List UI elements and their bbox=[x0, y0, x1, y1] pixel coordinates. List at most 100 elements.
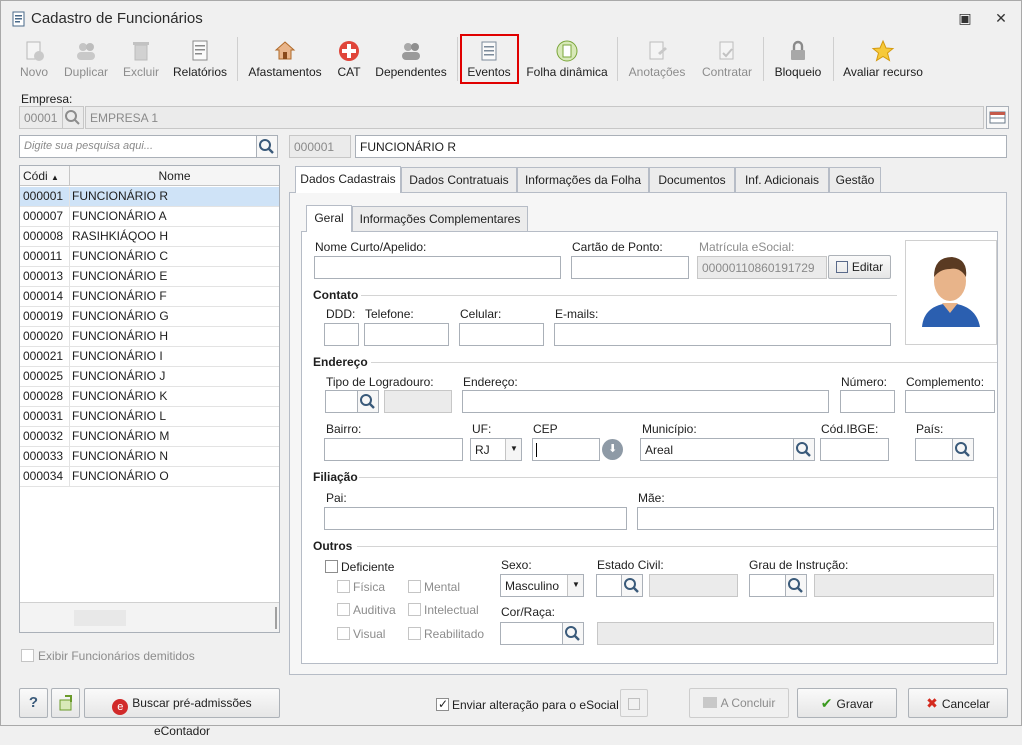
tab-documentos[interactable]: Documentos bbox=[649, 167, 735, 192]
editar-button[interactable]: Editar bbox=[828, 255, 891, 279]
subtab-informacoes-complementares[interactable]: Informações Complementares bbox=[352, 206, 528, 231]
enviar-esocial-checkbox[interactable]: ✓ bbox=[436, 697, 449, 711]
cor-raca-code-field[interactable] bbox=[500, 622, 563, 645]
empresa-name-field[interactable]: EMPRESA 1 bbox=[85, 106, 984, 129]
complemento-field[interactable] bbox=[905, 390, 995, 413]
uf-select[interactable]: RJ ▼ bbox=[470, 438, 522, 461]
contratar-button[interactable]: Contratar bbox=[695, 35, 759, 83]
bairro-field[interactable] bbox=[324, 438, 463, 461]
auditiva-checkbox[interactable] bbox=[337, 603, 350, 616]
help-button[interactable]: ? bbox=[19, 688, 48, 718]
tipo-logradouro-desc-field[interactable] bbox=[384, 390, 452, 413]
column-header-code[interactable]: Códi ▲ bbox=[20, 166, 70, 186]
reabilitado-checkbox[interactable] bbox=[408, 627, 421, 640]
empresa-grid-button[interactable] bbox=[986, 106, 1009, 129]
table-row[interactable]: 000001 FUNCIONÁRIO R bbox=[20, 187, 279, 207]
afastamentos-button[interactable]: Afastamentos bbox=[245, 35, 325, 83]
grau-instrucao-lookup[interactable] bbox=[785, 574, 807, 597]
cancelar-button[interactable]: ✖ Cancelar bbox=[908, 688, 1008, 718]
table-row[interactable]: 000034 FUNCIONÁRIO O bbox=[20, 467, 279, 487]
grau-instrucao-code-field[interactable] bbox=[749, 574, 786, 597]
deficiente-checkbox[interactable] bbox=[325, 560, 338, 573]
subtab-geral[interactable]: Geral bbox=[306, 205, 352, 232]
nome-curto-field[interactable] bbox=[314, 256, 561, 279]
grau-instrucao-desc-field[interactable] bbox=[814, 574, 994, 597]
table-row[interactable]: 000031 FUNCIONÁRIO L bbox=[20, 407, 279, 427]
tab-inf-adicionais[interactable]: Inf. Adicionais bbox=[735, 167, 829, 192]
table-row[interactable]: 000008 RASIHKIÁQOO H bbox=[20, 227, 279, 247]
cat-button[interactable]: CAT bbox=[331, 35, 367, 83]
folha-dinamica-button[interactable]: Folha dinâmica bbox=[523, 35, 611, 83]
table-row[interactable]: 000014 FUNCIONÁRIO F bbox=[20, 287, 279, 307]
mae-field[interactable] bbox=[637, 507, 994, 530]
fisica-checkbox[interactable] bbox=[337, 580, 350, 593]
tipo-logradouro-code-field[interactable] bbox=[325, 390, 358, 413]
numero-field[interactable] bbox=[840, 390, 895, 413]
estado-civil-desc-field[interactable] bbox=[649, 574, 738, 597]
excluir-button[interactable]: Excluir bbox=[119, 35, 163, 83]
employee-name-field[interactable]: FUNCIONÁRIO R bbox=[355, 135, 1007, 158]
empresa-code-field[interactable]: 00001 bbox=[19, 106, 63, 129]
cartao-ponto-field[interactable] bbox=[571, 256, 689, 279]
employee-code-field[interactable]: 000001 bbox=[289, 135, 351, 158]
close-button[interactable]: ✕ bbox=[991, 9, 1011, 27]
buscar-pre-admissoes-button[interactable]: e Buscar pré-admissões eContador bbox=[84, 688, 280, 738]
mental-checkbox[interactable] bbox=[408, 580, 421, 593]
municipio-field[interactable]: Areal bbox=[640, 438, 794, 461]
export-button[interactable] bbox=[51, 688, 80, 718]
table-row[interactable]: 000032 FUNCIONÁRIO M bbox=[20, 427, 279, 447]
ddd-field[interactable] bbox=[324, 323, 359, 346]
estado-civil-lookup[interactable] bbox=[621, 574, 643, 597]
table-row[interactable]: 000019 FUNCIONÁRIO G bbox=[20, 307, 279, 327]
pais-field[interactable] bbox=[915, 438, 953, 461]
tipo-logradouro-lookup[interactable] bbox=[357, 390, 379, 413]
empresa-lookup-button[interactable] bbox=[62, 106, 84, 129]
avaliar-recurso-button[interactable]: Avaliar recurso bbox=[839, 35, 927, 83]
table-row[interactable]: 000011 FUNCIONÁRIO C bbox=[20, 247, 279, 267]
esocial-options-button[interactable] bbox=[620, 689, 648, 717]
emails-field[interactable] bbox=[554, 323, 891, 346]
restore-button[interactable]: ▣ bbox=[955, 9, 975, 27]
table-row[interactable]: 000020 FUNCIONÁRIO H bbox=[20, 327, 279, 347]
dependentes-button[interactable]: Dependentes bbox=[371, 35, 451, 83]
celular-field[interactable] bbox=[459, 323, 544, 346]
cep-search-button[interactable]: ⬇ bbox=[602, 439, 623, 460]
municipio-lookup[interactable] bbox=[793, 438, 815, 461]
bloqueio-button[interactable]: Bloqueio bbox=[769, 35, 827, 83]
table-row[interactable]: 000033 FUNCIONÁRIO N bbox=[20, 447, 279, 467]
cod-ibge-field[interactable] bbox=[820, 438, 889, 461]
relatorios-button[interactable]: Relatórios bbox=[169, 35, 231, 83]
pais-lookup[interactable] bbox=[952, 438, 974, 461]
visual-checkbox[interactable] bbox=[337, 627, 350, 640]
endereco-field[interactable] bbox=[462, 390, 829, 413]
tab-gestao[interactable]: Gestão bbox=[829, 167, 881, 192]
column-header-name[interactable]: Nome bbox=[70, 166, 279, 186]
sexo-select[interactable]: Masculino ▼ bbox=[500, 574, 584, 597]
pai-field[interactable] bbox=[324, 507, 627, 530]
search-button[interactable] bbox=[256, 135, 278, 158]
employee-photo[interactable] bbox=[905, 240, 997, 345]
table-row[interactable]: 000021 FUNCIONÁRIO I bbox=[20, 347, 279, 367]
duplicar-button[interactable]: Duplicar bbox=[61, 35, 111, 83]
matricula-esocial-field[interactable]: 00000110860191729 bbox=[697, 256, 827, 279]
table-row[interactable]: 000007 FUNCIONÁRIO A bbox=[20, 207, 279, 227]
telefone-field[interactable] bbox=[364, 323, 449, 346]
search-input[interactable]: Digite sua pesquisa aqui... bbox=[19, 135, 257, 158]
gravar-button[interactable]: ✔ Gravar bbox=[797, 688, 897, 718]
a-concluir-button[interactable]: A Concluir bbox=[689, 688, 789, 718]
tab-informacoes-folha[interactable]: Informações da Folha bbox=[517, 167, 649, 192]
intelectual-checkbox[interactable] bbox=[408, 603, 421, 616]
anotacoes-button[interactable]: Anotações bbox=[623, 35, 691, 83]
tab-dados-cadastrais[interactable]: Dados Cadastrais bbox=[295, 166, 401, 193]
cor-raca-desc-field[interactable] bbox=[597, 622, 994, 645]
tab-dados-contratuais[interactable]: Dados Contratuais bbox=[401, 167, 517, 192]
exibir-demitidos-checkbox[interactable] bbox=[21, 649, 34, 662]
estado-civil-code-field[interactable] bbox=[596, 574, 622, 597]
empresa-label: Empresa: bbox=[21, 92, 73, 106]
cor-raca-lookup[interactable] bbox=[562, 622, 584, 645]
novo-button[interactable]: Novo bbox=[11, 35, 57, 83]
cep-field[interactable] bbox=[532, 438, 600, 461]
table-row[interactable]: 000013 FUNCIONÁRIO E bbox=[20, 267, 279, 287]
table-row[interactable]: 000025 FUNCIONÁRIO J bbox=[20, 367, 279, 387]
table-row[interactable]: 000028 FUNCIONÁRIO K bbox=[20, 387, 279, 407]
